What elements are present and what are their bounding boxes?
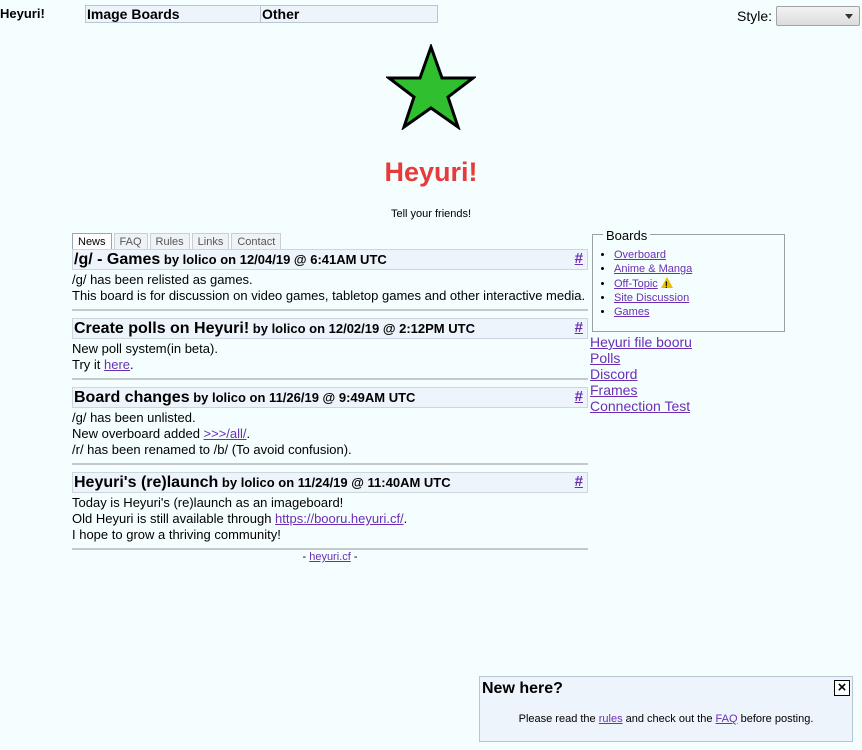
side-links: Heyuri file booru Polls Discord Frames C… <box>590 334 692 414</box>
board-link-anime-manga[interactable]: Anime & Manga <box>614 263 692 275</box>
post-line: I hope to grow a thriving community! <box>72 527 281 542</box>
link-discord[interactable]: Discord <box>590 366 692 382</box>
style-picker: Style: <box>737 6 860 26</box>
tab-rules[interactable]: Rules <box>149 233 190 250</box>
link-frames[interactable]: Frames <box>590 382 692 398</box>
list-item: Games <box>614 305 784 319</box>
post-title: Board changes <box>74 389 190 406</box>
post-line: New poll system(in beta). <box>72 341 218 356</box>
tab-links[interactable]: Links <box>191 233 230 250</box>
post-permalink[interactable]: # <box>575 319 583 336</box>
page-title: Heyuri! <box>384 157 478 187</box>
new-here-text-part: Please read the <box>518 713 599 725</box>
news-tabs: News FAQ Rules Links Contact <box>72 233 283 250</box>
post-title: Heyuri's (re)launch <box>74 474 219 491</box>
post-line: /g/ has been unlisted. <box>72 410 196 425</box>
post-byline: by lolico on 11/24/19 @ 11:40AM UTC <box>221 475 451 490</box>
post-line: Try it here. <box>72 357 588 373</box>
board-link-site-discussion[interactable]: Site Discussion <box>614 292 689 304</box>
warning-icon <box>660 277 673 292</box>
post-body: /g/ has been relisted as games. This boa… <box>72 272 588 304</box>
new-here-text-part: before posting. <box>737 713 814 725</box>
boards-list: Overboard Anime & Manga Off-Topic Site D… <box>593 248 784 319</box>
list-item: Anime & Manga <box>614 262 784 276</box>
footer-site-link[interactable]: heyuri.cf <box>309 551 351 563</box>
news-post: Board changes by lolico on 11/26/19 @ 9:… <box>72 387 588 465</box>
post-line-text: New overboard added <box>72 426 204 441</box>
post-line-text: . <box>246 426 251 441</box>
post-title: /g/ - Games <box>74 251 161 268</box>
new-here-popup: New here? × Please read the rules and ch… <box>479 676 853 742</box>
post-line-text: . <box>130 357 134 372</box>
tab-news[interactable]: News <box>72 233 112 250</box>
post-header: Board changes by lolico on 11/26/19 @ 9:… <box>72 387 588 408</box>
tagline: Tell your friends! <box>390 208 472 220</box>
footer-text: - <box>350 551 358 563</box>
post-line: Old Heyuri is still available through ht… <box>72 511 588 527</box>
link-polls[interactable]: Polls <box>590 350 692 366</box>
boards-legend: Boards <box>603 228 651 243</box>
post-line-text: Try it <box>72 357 105 372</box>
news-post: Create polls on Heyuri! by lolico on 12/… <box>72 318 588 380</box>
style-label: Style: <box>736 8 772 24</box>
post-body: New poll system(in beta). Try it here. <box>72 341 588 373</box>
post-line: /g/ has been relisted as games. <box>72 272 253 287</box>
news-feed: /g/ - Games by lolico on 12/04/19 @ 6:41… <box>72 249 588 557</box>
post-permalink[interactable]: # <box>575 250 583 267</box>
post-body: Today is Heyuri's (re)launch as an image… <box>72 495 588 543</box>
link-connection-test[interactable]: Connection Test <box>590 398 692 414</box>
list-item: Overboard <box>614 248 784 262</box>
post-byline: by lolico on 12/04/19 @ 6:41AM UTC <box>163 252 387 267</box>
booru-link[interactable]: https://booru.heyuri.cf/ <box>275 511 404 526</box>
post-title: Create polls on Heyuri! <box>74 320 250 337</box>
tab-faq[interactable]: FAQ <box>113 233 148 250</box>
faq-link[interactable]: FAQ <box>716 713 738 725</box>
post-line-text: Old Heyuri is still available through <box>72 511 276 526</box>
overboard-link[interactable]: >>>/all/ <box>204 426 247 441</box>
board-link-overboard[interactable]: Overboard <box>614 249 666 261</box>
news-post: Heyuri's (re)launch by lolico on 11/24/1… <box>72 472 588 550</box>
style-select[interactable] <box>776 6 860 26</box>
top-navigation: Image Boards Other <box>85 5 438 23</box>
rules-link[interactable]: rules <box>599 713 623 725</box>
board-link-off-topic[interactable]: Off-Topic <box>614 278 658 290</box>
post-line: Today is Heyuri's (re)launch as an image… <box>72 495 344 510</box>
list-item: Off-Topic <box>614 276 784 292</box>
post-line: This board is for discussion on video ga… <box>72 288 586 303</box>
post-permalink[interactable]: # <box>575 388 583 405</box>
post-header: Create polls on Heyuri! by lolico on 12/… <box>72 318 588 339</box>
news-post: /g/ - Games by lolico on 12/04/19 @ 6:41… <box>72 249 588 311</box>
footer: - heyuri.cf - <box>72 551 588 563</box>
post-header: /g/ - Games by lolico on 12/04/19 @ 6:41… <box>72 249 588 270</box>
green-star-icon <box>386 44 476 130</box>
post-byline: by lolico on 11/26/19 @ 9:49AM UTC <box>193 390 416 405</box>
post-header: Heyuri's (re)launch by lolico on 11/24/1… <box>72 472 588 493</box>
new-here-title: New here? <box>482 680 563 697</box>
post-line: /r/ has been renamed to /b/ (To avoid co… <box>72 442 352 457</box>
post-line-text: . <box>403 511 408 526</box>
board-link-games[interactable]: Games <box>614 306 649 318</box>
close-icon[interactable]: × <box>834 680 850 696</box>
post-byline: by lolico on 12/02/19 @ 2:12PM UTC <box>252 321 475 336</box>
new-here-text-part: and check out the <box>622 713 716 725</box>
nav-image-boards[interactable]: Image Boards <box>85 5 261 23</box>
post-line: New overboard added >>>/all/. <box>72 426 588 442</box>
tab-contact[interactable]: Contact <box>231 233 282 250</box>
site-name: Heyuri! <box>0 6 45 21</box>
nav-other[interactable]: Other <box>261 5 438 23</box>
list-item: Site Discussion <box>614 291 784 305</box>
new-here-text: Please read the rules and check out the … <box>480 713 852 725</box>
link-file-booru[interactable]: Heyuri file booru <box>590 334 692 350</box>
poll-link[interactable]: here <box>104 357 130 372</box>
post-body: /g/ has been unlisted. New overboard add… <box>72 410 588 458</box>
boards-box: Boards Overboard Anime & Manga Off-Topic… <box>592 228 785 332</box>
post-permalink[interactable]: # <box>575 473 583 490</box>
